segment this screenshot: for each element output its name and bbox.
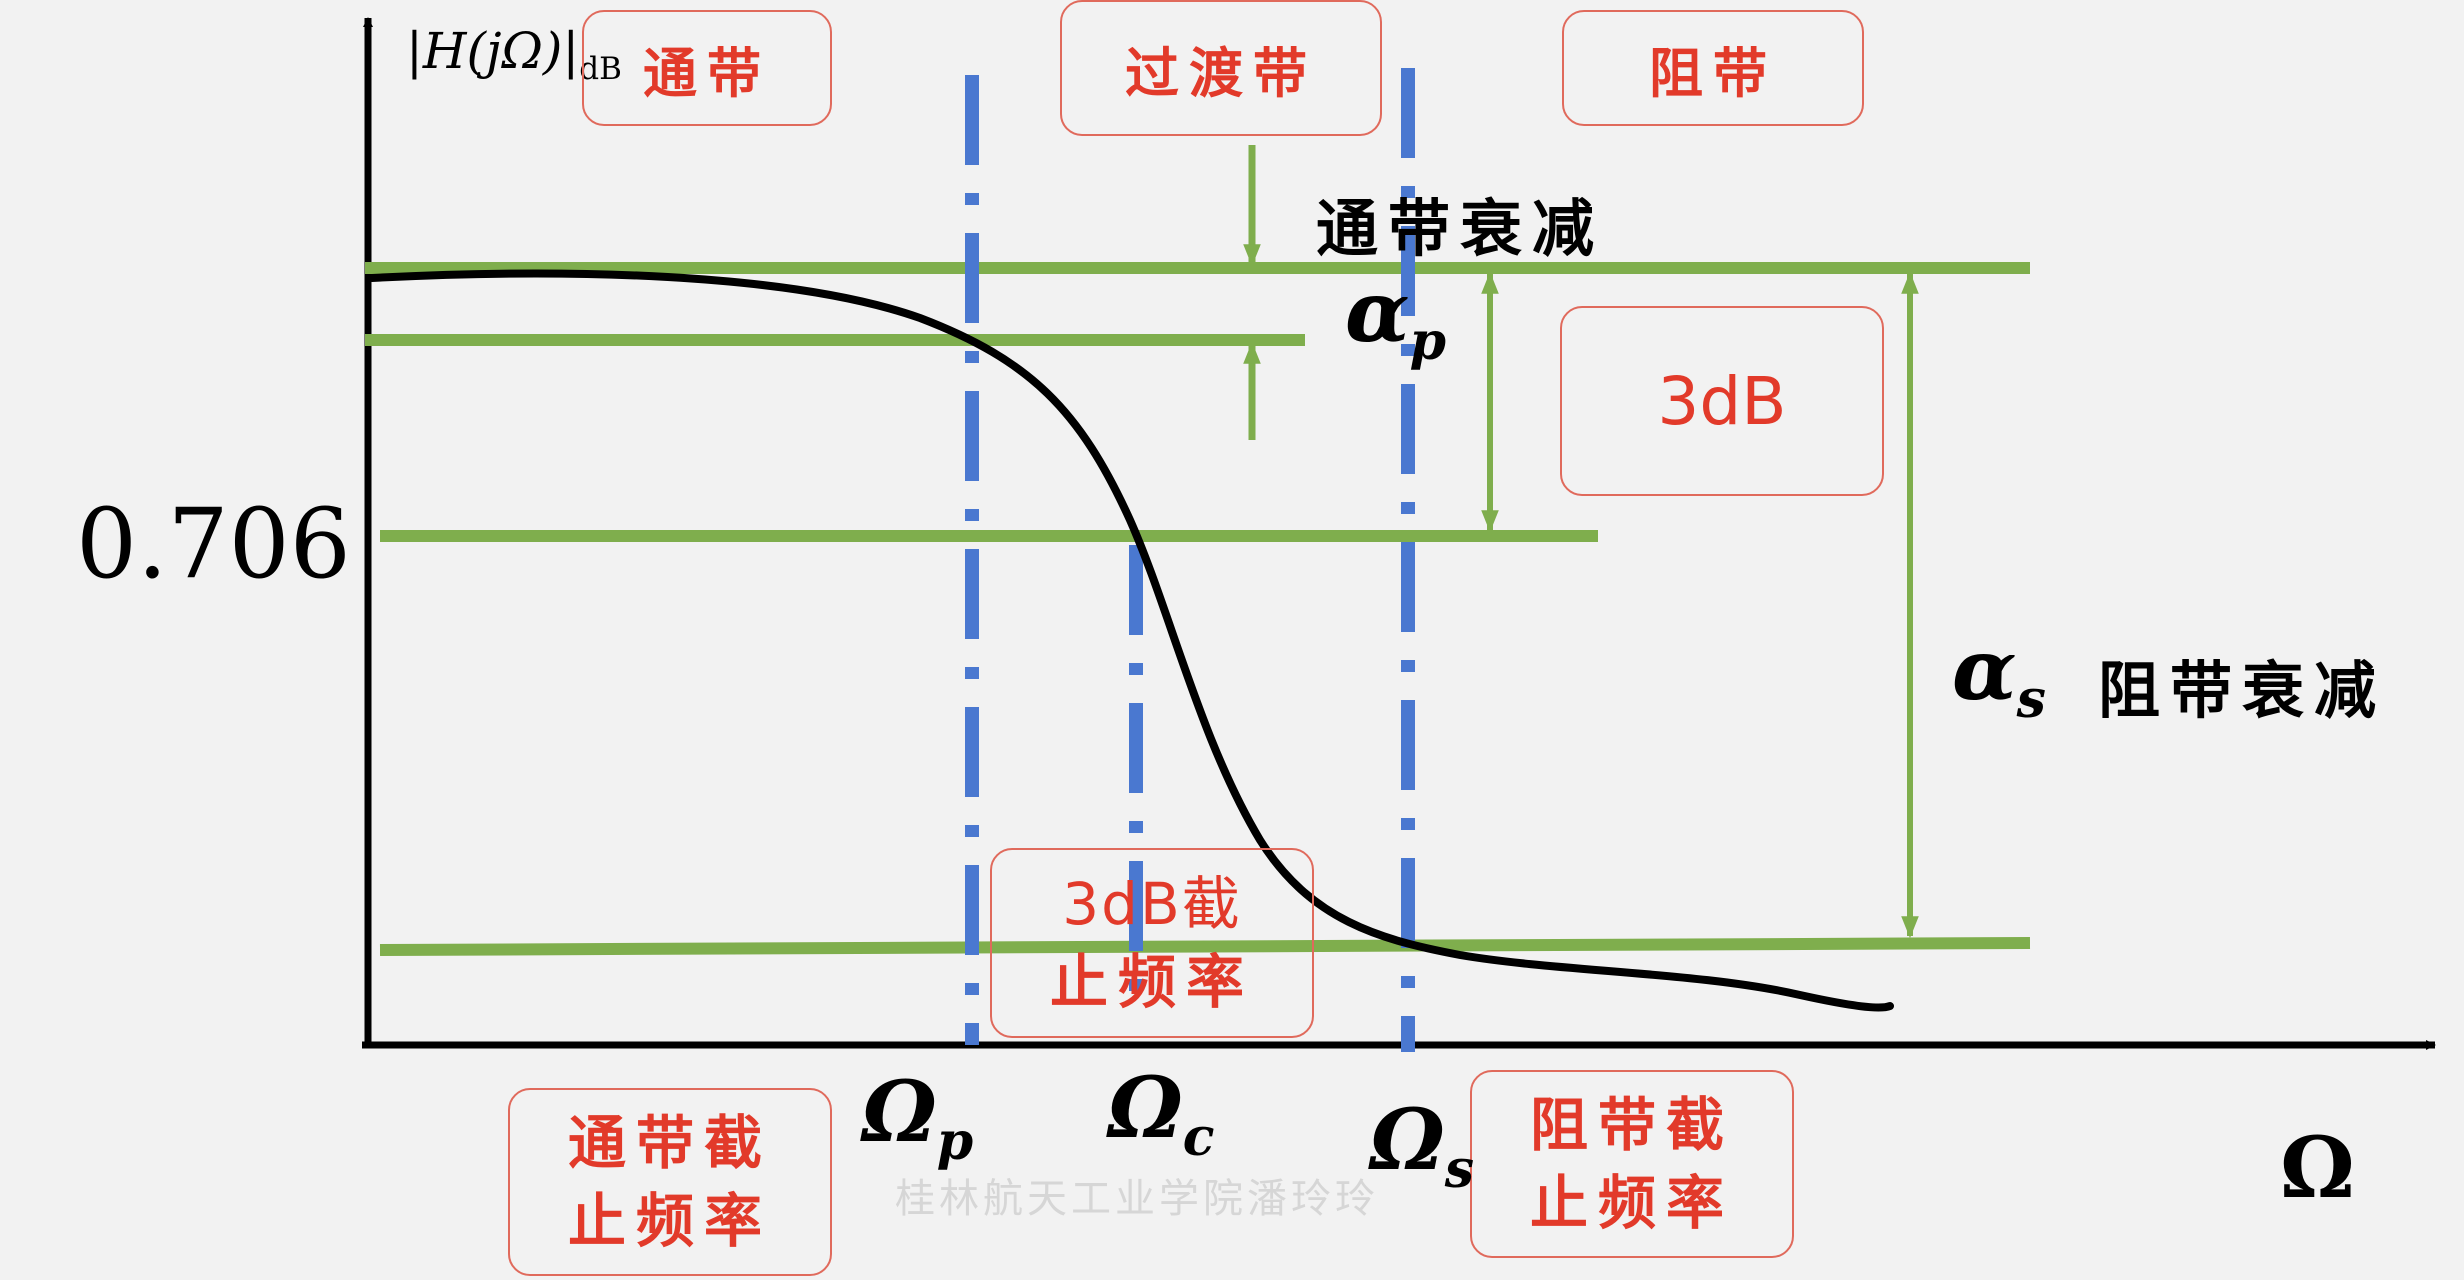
omega-s-symbol: Ω (1370, 1090, 1445, 1189)
omega-p-symbol: Ω (862, 1062, 937, 1161)
alpha-p-symbol: α (1345, 262, 1410, 361)
watermark: 桂林航天工业学院潘玲玲 (895, 1176, 1379, 1222)
passband-cutoff-line1: 通带截 (567, 1108, 772, 1177)
three-db-cutoff-line2: 止频率 (1049, 948, 1254, 1016)
omega-p-sub: p (936, 1111, 974, 1173)
x-axis-label: Ω (2280, 1118, 2355, 1217)
stopband-cutoff-line1: 阻带截 (1529, 1090, 1734, 1159)
omega-s-sub: s (1444, 1139, 1475, 1201)
stopband-cutoff-line2: 止频率 (1529, 1169, 1734, 1237)
stopband-region-label: 阻带 (1562, 10, 1864, 126)
diagram-graphics (362, 17, 2436, 1052)
alpha-s-symbol: α (1952, 620, 2017, 719)
alpha-p-sub: p (1409, 311, 1447, 373)
alpha-p-label: αp (1345, 262, 1446, 372)
three-db-cutoff-box: 3dB截 止频率 (990, 848, 1314, 1038)
three-db-label: 3dB (1560, 306, 1884, 496)
alpha-s-sub: s (2016, 669, 2046, 731)
omega-c-sub: c (1182, 1107, 1215, 1169)
three-db-cutoff-line1: 3dB截 (1062, 869, 1242, 938)
alpha-s-label: αs (1952, 620, 2046, 730)
stopband-cutoff-box: 阻带截 止频率 (1470, 1070, 1794, 1258)
y-axis-label-text: |H(jΩ)| (406, 22, 580, 80)
omega-c-symbol: Ω (1108, 1058, 1183, 1157)
omega-p-label: Ωp (862, 1062, 973, 1172)
stopband-attenuation-label: 阻带衰减 (2098, 654, 2387, 727)
omega-s-label: Ωs (1370, 1090, 1474, 1200)
passband-cutoff-line2: 止频率 (567, 1187, 772, 1255)
passband-region-label: 通带 (582, 10, 832, 126)
y-tick-value: 0.706 (76, 488, 351, 600)
diagram-stage: { "y_axis_label": "|H(jΩ)|", "y_axis_uni… (0, 0, 2464, 1280)
transition-region-label: 过渡带 (1060, 0, 1382, 136)
omega-c-label: Ωc (1108, 1058, 1215, 1168)
passband-cutoff-box: 通带截 止频率 (508, 1088, 832, 1276)
passband-attenuation-label: 通带衰减 (1316, 192, 1605, 265)
